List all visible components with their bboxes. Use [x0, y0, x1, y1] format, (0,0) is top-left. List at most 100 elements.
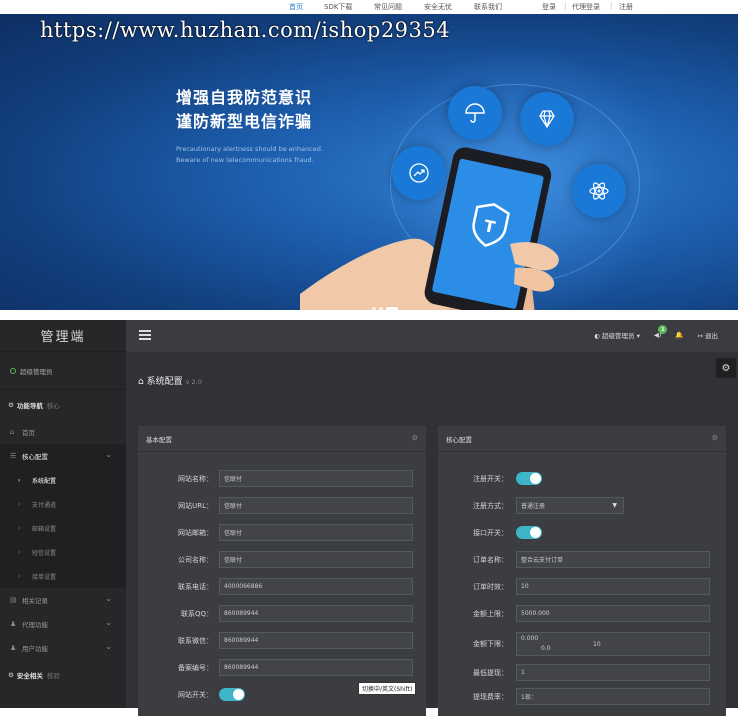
sidebar-section-security: ⚙ 安全相关 核验 — [0, 660, 126, 690]
sidebar-subitem-system-config[interactable]: › 系统配置 — [0, 468, 126, 492]
field-label: 备案编号： — [178, 663, 213, 672]
form-row: 订单时效： 10 — [438, 578, 710, 595]
nav-agent-login[interactable]: 代理登录 — [572, 2, 600, 12]
sidebar-subitem-order[interactable]: › 接单设置 — [0, 564, 126, 588]
core-config-panel: 核心配置 ⚙ 注册开关： 注册方式： 普通注册 ▼ 接口开关： 订单名称： 整合云支付订… — [438, 426, 726, 716]
carousel-dot[interactable] — [379, 307, 383, 310]
field-label: 金额下限： — [473, 640, 508, 648]
online-status-icon — [10, 367, 16, 374]
order-timeout-input[interactable]: 10 — [516, 578, 710, 595]
panel-settings-icon[interactable]: ⚙ — [712, 434, 718, 442]
sidebar-item-label: 代理功能 — [22, 621, 48, 629]
caret-down-icon: ▾ — [634, 332, 640, 340]
site-url-input[interactable]: 信联付 — [219, 497, 413, 514]
form-row: 公司名称： 信联付 — [138, 551, 413, 568]
site-name-input[interactable]: 信联付 — [219, 470, 413, 487]
sidebar-item-label: 系统配置 — [32, 477, 57, 485]
form-row: 订单名称： 整合云支付订单 — [438, 551, 710, 568]
bell-icon[interactable]: 🔔 — [675, 331, 683, 339]
watermark-url: https://www.huzhan.com/ishop29354 — [40, 18, 451, 42]
nav-sdk[interactable]: SDK下载 — [324, 2, 352, 12]
order-name-input[interactable]: 整合云支付订单 — [516, 551, 710, 568]
sidebar: 管理端 超级管理员 ⚙ 功能导航 核心 ⌂ 首页 ☰ 核心配置 ⌄ › 系统配置 › 支付… — [0, 320, 126, 708]
logout-icon: ↦ — [697, 332, 705, 340]
wechat-input[interactable]: 860089944 — [219, 632, 413, 649]
hamburger-menu-icon[interactable] — [139, 330, 151, 340]
sidebar-item-label: 相关记录 — [22, 597, 48, 605]
carousel-dot-active[interactable] — [386, 307, 398, 310]
carousel-dots[interactable] — [372, 296, 401, 310]
chevron-right-icon: › — [18, 572, 21, 580]
role-label: 超级管理员 — [602, 332, 635, 340]
sidebar-subitem-sms[interactable]: › 短信设置 — [0, 540, 126, 564]
withdraw-fee-input[interactable]: 1现： — [516, 688, 710, 705]
form-row: 最低提现： 1 — [438, 664, 710, 681]
nav-login[interactable]: 登录 — [542, 2, 556, 12]
sidebar-subitem-payment[interactable]: › 支付通道 — [0, 492, 126, 516]
site-email-input[interactable]: 信联付 — [219, 524, 413, 541]
sliders-icon: ☰ — [10, 452, 17, 460]
carousel-dot[interactable] — [372, 307, 376, 310]
sidebar-item-home[interactable]: ⌂ 首页 — [0, 420, 126, 444]
chevron-right-icon: › — [18, 476, 21, 484]
form-row: 注册开关： — [438, 472, 542, 485]
field-label: 网站开关： — [178, 690, 213, 699]
settings-gear-button[interactable]: ⚙ — [716, 358, 736, 378]
ime-tooltip: 切换中/英文(Shift) — [358, 682, 417, 695]
umbrella-icon — [448, 86, 502, 140]
phone-input[interactable]: 4000066886 — [219, 578, 413, 595]
field-label: 订单名称： — [473, 555, 508, 564]
phone-in-hand-illustration: T — [300, 147, 559, 310]
register-switch-toggle[interactable] — [516, 472, 542, 485]
caret-down-icon: ▼ — [612, 502, 617, 509]
sidebar-username: 超级管理员 — [20, 367, 53, 376]
logout-button[interactable]: ↦ 退出 — [697, 330, 718, 340]
field-label: 注册方式： — [473, 501, 508, 510]
role-dropdown[interactable]: ◐ 超级管理员 ▾ — [594, 330, 640, 340]
field-label: 网站名称： — [178, 474, 213, 483]
chevron-right-icon: › — [18, 548, 21, 556]
panel-title: 核心配置 — [446, 435, 472, 444]
field-label: 金额上限： — [473, 609, 508, 618]
site-top-nav: 首页 SDK下载 常见问题 安全无忧 联系我们 登录 | 代理登录 | 注册 — [0, 0, 738, 14]
register-mode-select[interactable]: 普通注册 ▼ — [516, 497, 624, 514]
panel-title: 基本配置 — [146, 435, 172, 444]
gear-icon: ⚙ — [8, 401, 14, 409]
home-icon: ⌂ — [10, 428, 15, 436]
sidebar-subitem-email[interactable]: › 邮箱设置 — [0, 516, 126, 540]
form-row: 网站开关： — [138, 688, 245, 701]
site-switch-toggle[interactable] — [219, 688, 245, 701]
sidebar-item-label: 邮箱设置 — [32, 525, 57, 533]
sidebar-item-records[interactable]: ▤ 相关记录 ⌄ — [0, 588, 126, 612]
sidebar-item-user[interactable]: ♟ 用户功能 ⌄ — [0, 636, 126, 660]
nav-divider: | — [610, 2, 613, 10]
nav-security[interactable]: 安全无忧 — [424, 2, 452, 12]
sidebar-section-tag: 核心 — [46, 402, 60, 410]
amount-min-input[interactable]: 0.000 0.0 10 — [516, 632, 710, 656]
hero-headline: 增强自我防范意识 谨防新型电信诈骗 — [176, 86, 312, 134]
hero-headline-line-1: 增强自我防范意识 — [176, 88, 313, 107]
qq-input[interactable]: 860089944 — [219, 605, 413, 622]
sidebar-item-agent[interactable]: ♟ 代理功能 ⌄ — [0, 612, 126, 636]
sidebar-user: 超级管理员 — [0, 352, 126, 390]
form-row: 接口开关： — [438, 526, 542, 539]
nav-faq[interactable]: 常见问题 — [374, 2, 402, 12]
basic-config-panel: 基本配置 ⚙ 网站名称： 信联付 网站URL： 信联付 网站邮箱： 信联付 公司名称： 信… — [138, 426, 426, 716]
nav-home[interactable]: 首页 — [289, 2, 303, 12]
panel-settings-icon[interactable]: ⚙ — [412, 434, 418, 442]
field-label: 联系QQ： — [180, 609, 213, 618]
min-withdraw-input[interactable]: 1 — [516, 664, 710, 681]
sidebar-item-core-config[interactable]: ☰ 核心配置 ⌄ — [0, 444, 126, 468]
nav-register[interactable]: 注册 — [619, 2, 633, 12]
volume-icon[interactable]: ◀) 1 — [654, 325, 668, 339]
nav-contact[interactable]: 联系我们 — [474, 2, 502, 12]
api-switch-toggle[interactable] — [516, 526, 542, 539]
company-name-input[interactable]: 信联付 — [219, 551, 413, 568]
form-row: 注册方式： 普通注册 ▼ — [438, 497, 624, 514]
amount-max-input[interactable]: 5000.000 — [516, 605, 710, 622]
logout-label: 退出 — [705, 332, 718, 340]
sidebar-section-label: 安全相关 — [16, 672, 43, 680]
users-icon: ♟ — [10, 620, 17, 628]
icp-input[interactable]: 860089944 — [219, 659, 413, 676]
diamond-icon — [520, 92, 574, 146]
